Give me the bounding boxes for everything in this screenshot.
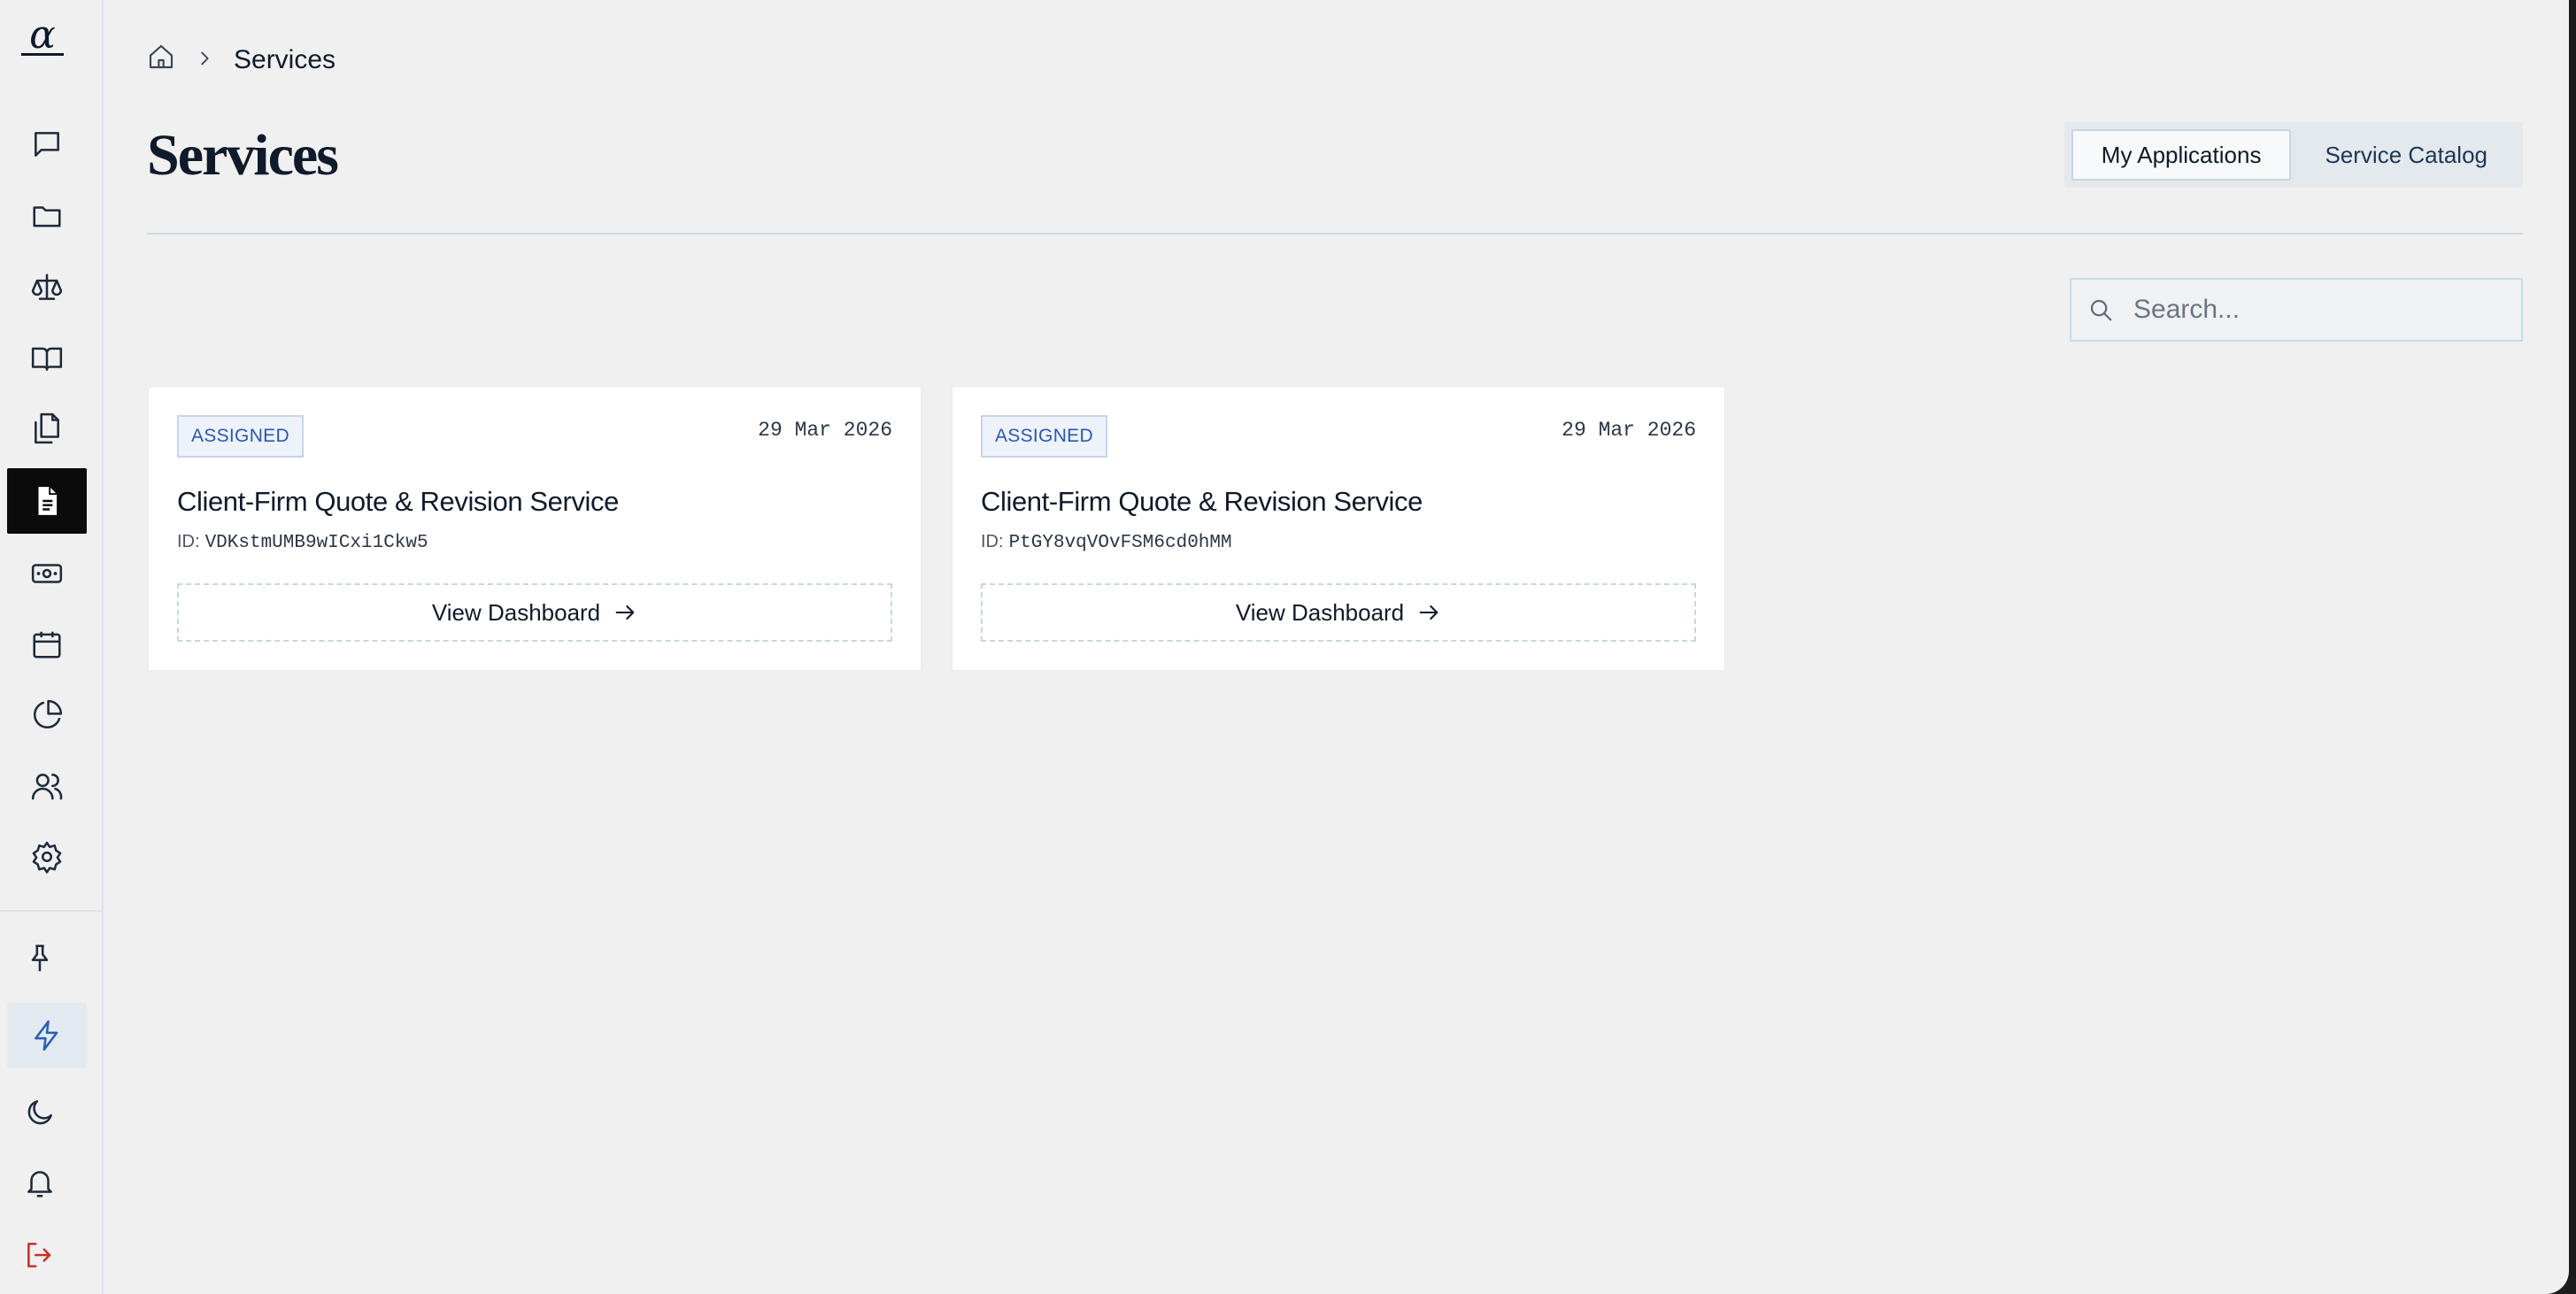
sidebar-item-logout[interactable] — [7, 1222, 73, 1288]
sidebar-item-library[interactable] — [7, 326, 87, 391]
arrow-right-icon — [615, 605, 635, 620]
service-card: ASSIGNED 29 Mar 2026 Client-Firm Quote &… — [148, 386, 922, 671]
arrow-right-icon — [1419, 605, 1438, 620]
sidebar-item-settings[interactable] — [7, 824, 87, 890]
sidebar-item-folders[interactable] — [7, 183, 87, 249]
breadcrumb-current: Services — [234, 45, 336, 74]
card-id-label: ID: — [981, 532, 1004, 551]
chat-bubble-icon — [35, 132, 59, 157]
logo-glyph: α — [29, 12, 56, 58]
breadcrumb-separator — [195, 45, 214, 75]
card-date: 29 Mar 2026 — [1562, 419, 1696, 442]
sidebar-item-billing[interactable] — [7, 541, 87, 606]
moon-icon — [27, 1100, 52, 1125]
app-window: α Services Services My Applications Serv… — [0, 0, 2569, 1294]
card-id-value: VDKstmUMB9wICxi1Ckw5 — [204, 533, 428, 553]
sidebar: α — [0, 0, 104, 1294]
file-text-icon — [38, 487, 58, 515]
sidebar-item-quick-actions[interactable] — [7, 1003, 87, 1068]
book-open-icon — [31, 347, 63, 371]
app-logo[interactable]: α — [21, 12, 64, 65]
sidebar-divider — [0, 910, 104, 912]
sidebar-item-theme[interactable] — [7, 1080, 73, 1145]
view-dashboard-label: View Dashboard — [1235, 598, 1405, 626]
search-input[interactable] — [2133, 295, 2505, 325]
chevron-right-icon — [201, 51, 209, 65]
breadcrumb-home[interactable] — [147, 42, 175, 78]
card-id: ID: VDKstmUMB9wICxi1Ckw5 — [177, 532, 428, 553]
pin-icon — [31, 944, 49, 972]
calendar-icon — [33, 631, 61, 659]
breadcrumb: Services — [147, 42, 335, 78]
view-dashboard-label: View Dashboard — [431, 598, 601, 626]
search-icon — [2090, 299, 2112, 321]
card-id-value: PtGY8vqVOvFSM6cd0hMM — [1008, 533, 1232, 553]
card-date: 29 Mar 2026 — [758, 419, 892, 442]
status-badge: ASSIGNED — [177, 415, 304, 458]
pie-chart-icon — [33, 699, 63, 729]
tab-my-applications[interactable]: My Applications — [2071, 129, 2292, 181]
logout-icon — [27, 1243, 51, 1267]
sidebar-item-calendar[interactable] — [7, 612, 87, 677]
sidebar-item-documents[interactable] — [7, 396, 87, 461]
tab-service-catalog[interactable]: Service Catalog — [2296, 129, 2516, 181]
card-title: Client-Firm Quote & Revision Service — [981, 486, 1423, 517]
copy-files-icon — [35, 412, 59, 444]
sidebar-item-pin[interactable] — [7, 926, 73, 991]
sidebar-item-legal[interactable] — [7, 255, 87, 320]
gear-icon — [32, 841, 62, 874]
card-title: Client-Firm Quote & Revision Service — [177, 486, 619, 517]
logo-underline — [21, 53, 64, 56]
card-id: ID: PtGY8vqVOvFSM6cd0hMM — [981, 532, 1232, 553]
search-box — [2070, 278, 2523, 342]
title-divider — [147, 233, 2523, 235]
sidebar-item-analytics[interactable] — [7, 682, 87, 748]
folder-icon — [33, 206, 61, 227]
view-dashboard-button[interactable]: View Dashboard — [981, 583, 1696, 642]
sidebar-item-notifications[interactable] — [7, 1151, 73, 1216]
service-card: ASSIGNED 29 Mar 2026 Client-Firm Quote &… — [952, 386, 1725, 671]
scale-icon — [31, 273, 63, 300]
main-content: Services Services My Applications Servic… — [104, 0, 2569, 1294]
lightning-icon — [35, 1020, 58, 1051]
sidebar-item-users[interactable] — [7, 753, 87, 819]
status-badge: ASSIGNED — [981, 415, 1107, 458]
banknote-icon — [31, 564, 63, 583]
bell-icon — [27, 1171, 52, 1198]
sidebar-item-services[interactable] — [7, 468, 87, 534]
view-dashboard-button[interactable]: View Dashboard — [177, 583, 892, 642]
page-title: Services — [147, 123, 339, 188]
sidebar-item-messages[interactable] — [7, 112, 87, 177]
home-icon — [149, 44, 174, 69]
users-icon — [31, 774, 63, 800]
view-tabs: My Applications Service Catalog — [2063, 122, 2523, 188]
card-id-label: ID: — [177, 532, 200, 551]
